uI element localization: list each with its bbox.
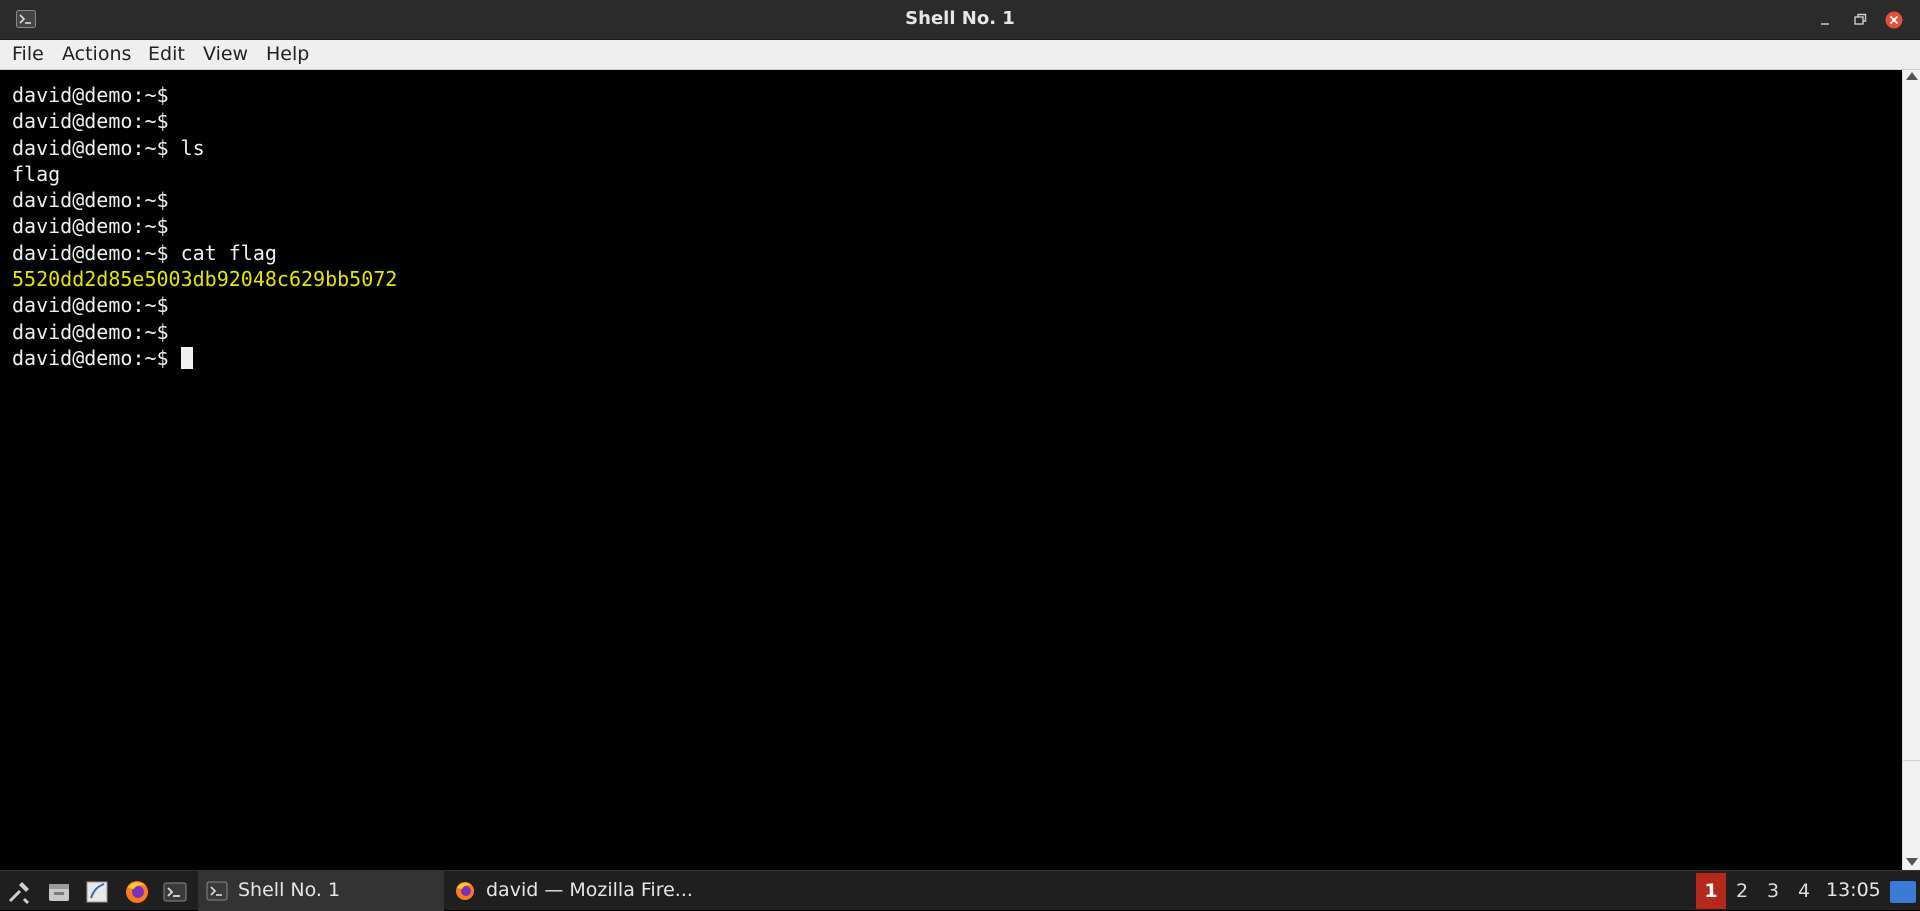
taskbar: Shell No. 1 david — Mozilla Fire... 1 2 … [0, 870, 1920, 911]
terminal-line: flag [12, 161, 61, 186]
scroll-down-icon[interactable] [1906, 858, 1918, 866]
minimize-icon[interactable] [1816, 10, 1836, 30]
workspace-2[interactable]: 2 [1727, 873, 1757, 909]
menu-view[interactable]: View [203, 40, 248, 70]
terminal-output[interactable]: david@demo:~$ david@demo:~$ david@demo:~… [0, 70, 1902, 870]
window-titlebar[interactable]: Shell No. 1 [0, 0, 1920, 40]
menu-help[interactable]: Help [266, 40, 309, 70]
menu-actions[interactable]: Actions [62, 40, 131, 70]
menu-file[interactable]: File [12, 40, 44, 70]
show-desktop-icon[interactable] [1890, 881, 1916, 903]
scroll-up-icon[interactable] [1906, 72, 1918, 80]
terminal-line: david@demo:~$ cat flag [12, 240, 277, 265]
menubar: File Actions Edit View Help [0, 40, 1920, 70]
terminal-line: david@demo:~$ ls [12, 135, 205, 160]
window-title: Shell No. 1 [905, 8, 1015, 29]
terminal-line: david@demo:~$ [12, 83, 169, 107]
task-shell[interactable]: Shell No. 1 [198, 871, 444, 911]
terminal-line: david@demo:~$ [12, 293, 169, 318]
terminal-line: david@demo:~$ [12, 109, 169, 134]
terminal-icon [206, 881, 228, 901]
clock[interactable]: 13:05 [1826, 871, 1881, 911]
terminal-scrollbar[interactable] [1902, 70, 1920, 870]
firefox-icon [456, 882, 474, 900]
maximize-icon[interactable] [1850, 10, 1870, 30]
terminal-line: david@demo:~$ [12, 319, 169, 344]
scroll-track [1903, 760, 1920, 761]
flag-output-line: 5520dd2d85e5003db92048c629bb5072 [12, 267, 398, 292]
terminal-line: david@demo:~$ [12, 188, 169, 213]
menu-edit[interactable]: Edit [148, 40, 185, 70]
task-firefox[interactable]: david — Mozilla Fire... [446, 871, 693, 911]
workspace-3[interactable]: 3 [1758, 873, 1788, 909]
file-manager-icon[interactable] [46, 879, 72, 905]
terminal-current-line[interactable]: david@demo:~$ [12, 345, 1902, 371]
task-label: david — Mozilla Fire... [486, 879, 693, 901]
task-label: Shell No. 1 [238, 879, 341, 901]
current-prompt: david@demo:~$ [12, 345, 181, 370]
close-icon[interactable] [1884, 10, 1904, 30]
text-editor-icon[interactable] [84, 879, 110, 905]
terminal-icon[interactable] [162, 879, 188, 905]
firefox-icon[interactable] [124, 879, 150, 905]
text-cursor [180, 346, 193, 369]
workspace-1[interactable]: 1 [1696, 873, 1726, 909]
tools-icon[interactable] [6, 879, 32, 905]
terminal-line: david@demo:~$ [12, 214, 169, 239]
workspace-4[interactable]: 4 [1789, 873, 1819, 909]
